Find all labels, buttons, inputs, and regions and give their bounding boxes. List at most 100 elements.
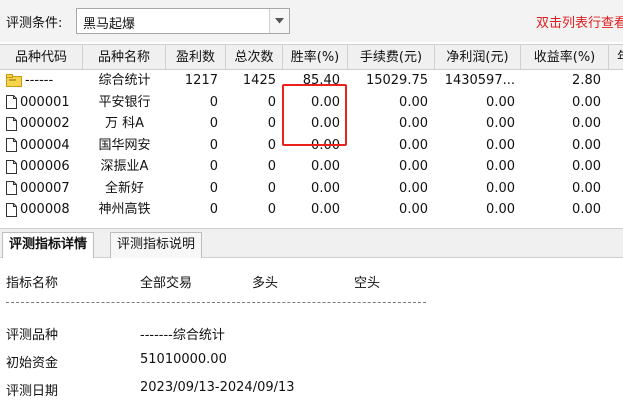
cell-total: 0: [267, 137, 276, 153]
cell-code-text: 000001: [20, 94, 70, 110]
table-row[interactable]: 000001 平安银行 0 0 0.00 0.00 0.00 0.00: [0, 92, 623, 114]
cell-profit: 0.00: [486, 159, 515, 174]
cell-code: 000002: [0, 113, 83, 135]
cell-win: 0: [209, 159, 218, 174]
details-value-dates: 2023/09/13-2024/09/13: [140, 380, 295, 395]
cell-total: 0: [267, 94, 276, 110]
cell-rate: 0.00: [311, 202, 340, 217]
cell-rate: 85.40: [302, 73, 340, 88]
tab-indicator-details[interactable]: 评测指标详情: [2, 232, 95, 259]
cell-code-text: ------: [25, 73, 54, 88]
cell-name: 国华网安: [98, 137, 151, 153]
chevron-down-icon: [275, 18, 284, 24]
cell-code: 000004: [0, 135, 83, 157]
cell-code-text: 000006: [20, 159, 70, 174]
cell-rate: 0.00: [311, 180, 340, 196]
cell-total: 1425: [242, 73, 276, 88]
condition-label: 评测条件:: [6, 16, 63, 31]
table-body: ------ 综合统计 1217 1425 85.40 15029.75 1430597..…: [0, 70, 623, 221]
cell-win: 0: [209, 116, 218, 131]
cell-rate: 0.00: [311, 94, 340, 110]
table-row[interactable]: 000008 神州高铁 0 0 0.00 0.00 0.00 0.00: [0, 199, 623, 221]
cell-win: 0: [209, 94, 218, 110]
cell-name: 平安银行: [98, 94, 151, 110]
column-header-profit[interactable]: 净利润(元): [435, 45, 521, 70]
condition-combobox[interactable]: 黑马起爆: [76, 8, 290, 34]
column-header-total[interactable]: 总次数: [226, 45, 283, 70]
document-icon: [6, 181, 17, 196]
table-row[interactable]: ------ 综合统计 1217 1425 85.40 15029.75 1430597..…: [0, 70, 623, 92]
folder-icon: [6, 74, 22, 88]
dropdown-button[interactable]: [269, 9, 289, 33]
filter-toolbar: 评测条件: 黑马起爆 双击列表行查看: [0, 0, 623, 42]
cell-fee: 0.00: [399, 116, 428, 131]
cell-profit: 0.00: [486, 202, 515, 217]
table-row[interactable]: 000002 万 科A 0 0 0.00 0.00 0.00 0.00: [0, 113, 623, 135]
cell-code: ------: [0, 70, 83, 92]
cell-profit: 0.00: [486, 94, 515, 110]
details-header-indicator: 指标名称: [6, 276, 59, 291]
cell-profit: 0.00: [486, 180, 515, 196]
document-icon: [6, 116, 17, 131]
tab-indicator-explanation[interactable]: 评测指标说明: [110, 232, 203, 258]
column-header-winrate[interactable]: 胜率(%): [283, 45, 348, 70]
column-header-name[interactable]: 品种名称: [83, 45, 166, 70]
cell-code: 000007: [0, 178, 83, 200]
document-icon: [6, 95, 17, 110]
cell-total: 0: [267, 116, 276, 131]
cell-total: 0: [267, 159, 276, 174]
cell-win: 1217: [184, 73, 218, 88]
cell-profit: 0.00: [486, 116, 515, 131]
cell-rate: 0.00: [311, 159, 340, 174]
cell-ret: 2.80: [572, 73, 601, 88]
cell-fee: 0.00: [399, 94, 428, 110]
cell-name: 神州高铁: [98, 202, 151, 217]
cell-ret: 0.00: [572, 180, 601, 196]
cell-fee: 15029.75: [365, 73, 428, 88]
cell-code-text: 000004: [20, 137, 70, 153]
cell-ret: 0.00: [572, 159, 601, 174]
details-label-capital: 初始资金: [6, 356, 59, 371]
cell-fee: 0.00: [399, 180, 428, 196]
table-row[interactable]: 000006 深振业A 0 0 0.00 0.00 0.00 0.00: [0, 156, 623, 178]
cell-name: 深振业A: [100, 159, 149, 174]
cell-name: 全新好: [104, 180, 144, 196]
cell-profit: 0.00: [486, 137, 515, 153]
results-table: 品种代码 品种名称 盈利数 总次数 胜率(%) 手续费(元) 净利润(元) 收益…: [0, 44, 623, 227]
indicator-details-panel: 指标名称 全部交易 多头 空头 评测品种 -------综合统计 初始资金 51…: [0, 258, 623, 401]
cell-code: 000008: [0, 199, 83, 221]
cell-total: 0: [267, 180, 276, 196]
column-header-wins[interactable]: 盈利数: [166, 45, 226, 70]
cell-code-text: 000002: [20, 116, 70, 131]
cell-name: 万 科A: [104, 116, 145, 131]
document-icon: [6, 159, 17, 174]
cell-code-text: 000007: [20, 180, 70, 196]
cell-ret: 0.00: [572, 202, 601, 217]
column-header-fee[interactable]: 手续费(元): [348, 45, 435, 70]
cell-win: 0: [209, 202, 218, 217]
details-separator: [6, 302, 426, 303]
details-value-symbol: -------综合统计: [140, 328, 225, 343]
column-header-year[interactable]: 年: [609, 45, 623, 70]
double-click-hint: 双击列表行查看: [536, 16, 623, 31]
column-header-return[interactable]: 收益率(%): [521, 45, 609, 70]
details-label-symbol: 评测品种: [6, 328, 59, 343]
cell-rate: 0.00: [311, 137, 340, 153]
cell-ret: 0.00: [572, 94, 601, 110]
cell-fee: 0.00: [399, 202, 428, 217]
column-header-code[interactable]: 品种代码: [0, 45, 83, 70]
cell-fee: 0.00: [399, 137, 428, 153]
cell-win: 0: [209, 137, 218, 153]
table-row[interactable]: 000007 全新好 0 0 0.00 0.00 0.00 0.00: [0, 178, 623, 200]
table-row[interactable]: 000004 国华网安 0 0 0.00 0.00 0.00 0.00: [0, 135, 623, 157]
cell-ret: 0.00: [572, 116, 601, 131]
tab-strip: 评测指标详情 评测指标说明: [0, 228, 623, 259]
document-icon: [6, 138, 17, 153]
cell-code: 000006: [0, 156, 83, 178]
condition-value: 黑马起爆: [83, 17, 136, 32]
document-icon: [6, 202, 17, 217]
cell-win: 0: [209, 180, 218, 196]
details-header-long: 多头: [252, 276, 279, 291]
cell-code-text: 000008: [20, 202, 70, 217]
cell-name: 综合统计: [98, 73, 151, 88]
